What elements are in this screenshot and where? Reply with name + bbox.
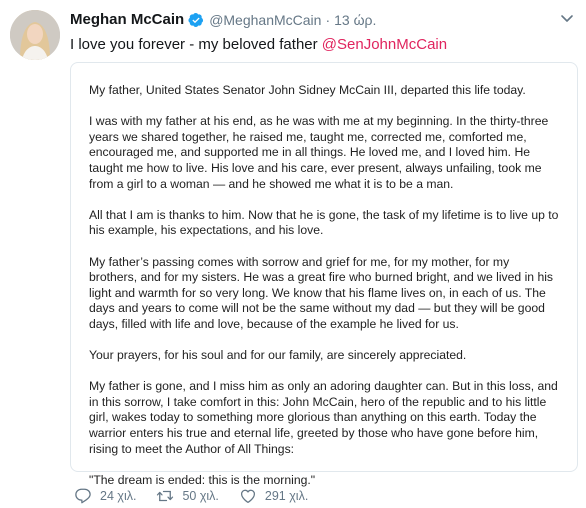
tweet-timestamp[interactable]: 13 ώρ. [334,12,376,28]
retweet-button[interactable]: 50 χιλ. [156,487,219,505]
like-button[interactable]: 291 χιλ. [239,487,308,505]
retweet-count: 50 χιλ. [182,489,219,503]
chevron-down-icon[interactable] [560,14,574,24]
statement-paragraph: My father is gone, and I miss him as onl… [89,379,558,456]
user-handle[interactable]: @MeghanMcCain [209,12,321,28]
statement-paragraph: My father, United States Senator John Si… [89,83,526,97]
statement-paragraph: All that I am is thanks to him. Now that… [89,207,559,238]
retweet-icon [157,490,174,502]
tweet: Meghan McCain @MeghanMcCain · 13 ώρ. I l… [0,0,586,508]
tweet-actions: 24 χιλ. 50 χιλ. 291 χιλ. [74,487,328,505]
avatar[interactable] [10,10,60,60]
mention-link[interactable]: @SenJohnMcCain [322,36,447,53]
reply-button[interactable]: 24 χιλ. [74,487,136,505]
statement-paragraph: My father’s passing comes with sorrow an… [89,254,554,331]
verified-badge-icon [188,12,204,27]
heart-icon [240,489,255,504]
tweet-text-body: I love you forever - my beloved father [70,36,322,53]
statement-paragraph: I was with my father at his end, as he w… [89,114,549,191]
tweet-header: Meghan McCain @MeghanMcCain · 13 ώρ. [70,11,556,28]
reply-count: 24 χιλ. [100,489,137,503]
attached-statement-image[interactable]: My father, United States Senator John Si… [70,62,578,487]
tweet-text: I love you forever - my beloved father @… [70,36,447,54]
display-name[interactable]: Meghan McCain [70,11,184,28]
statement-paragraph: Your prayers, for his soul and for our f… [89,348,467,363]
separator-dot: · [325,11,331,28]
reply-icon [75,488,91,504]
like-count: 291 χιλ. [264,489,309,503]
